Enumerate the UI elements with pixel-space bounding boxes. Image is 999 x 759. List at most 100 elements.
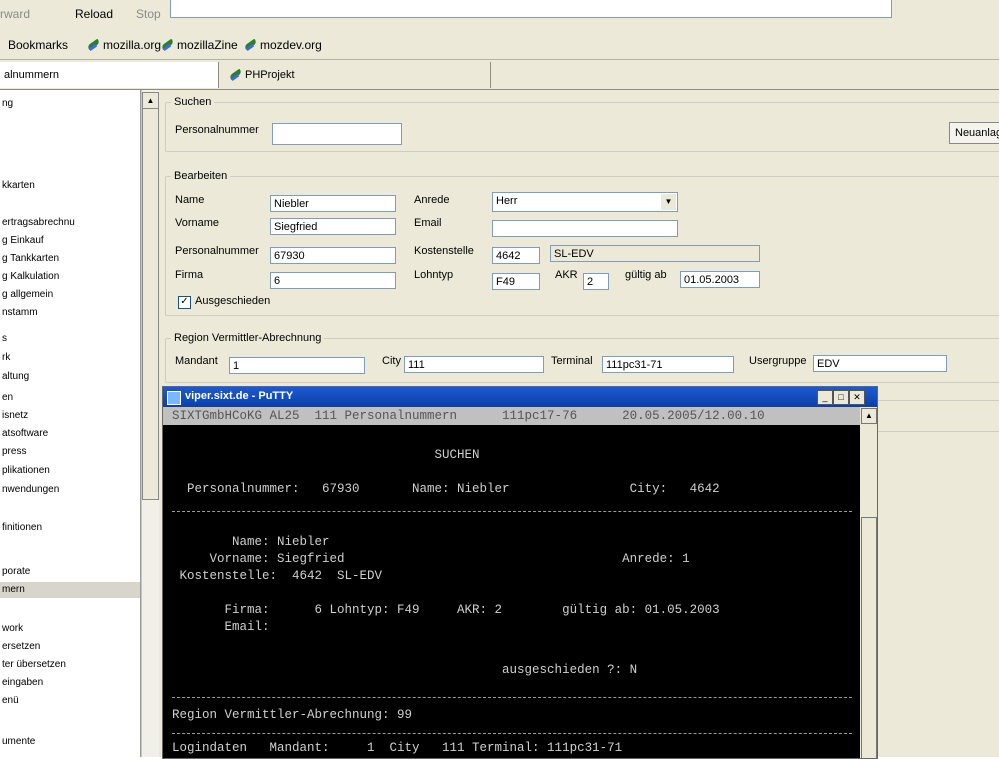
tab-phprojekt[interactable]: PHProjekt [216,62,491,88]
tab-personalnummern[interactable]: alnummern [0,62,219,88]
sidebar-item[interactable]: en [2,392,13,403]
akr-input[interactable]: 2 [583,273,609,290]
putty-titlebar[interactable]: viper.sixt.de - PuTTY _ □ ✕ [163,387,877,407]
city-input[interactable]: 111 [404,356,544,373]
bookmarks-toolbar: Bookmarks mozilla.org mozillaZine mozdev… [0,32,999,60]
reload-button[interactable]: Reload [75,7,113,21]
bookmarks-menu[interactable]: Bookmarks [8,38,68,52]
sidebar-item[interactable]: kkarten [2,180,35,191]
terminal-line: Email: [172,620,270,634]
sidebar-item[interactable]: rk [2,352,10,363]
terminal-separator [172,733,852,734]
akr-label: AKR [555,269,578,281]
ausgeschieden-checkbox[interactable]: ✓ [178,296,191,309]
city-label: City [382,355,401,367]
personalnummer-input[interactable]: 67930 [270,247,396,264]
maximize-icon[interactable]: □ [833,390,849,405]
bookmark-icon [160,40,175,51]
sidebar-menu: ng kkarten ertragsabrechnu g Einkauf g Tankk… [0,90,141,757]
usergruppe-input[interactable]: EDV [813,355,947,372]
sidebar-item[interactable]: plikationen [2,465,50,476]
sidebar-item[interactable]: umente [2,736,35,747]
bookmark-mozillazine[interactable]: mozillaZine [160,38,238,52]
putty-window[interactable]: viper.sixt.de - PuTTY _ □ ✕ SIXTGmbHCoKG… [162,386,878,759]
sidebar-item[interactable]: g Einkauf [2,235,44,246]
sidebar-item[interactable]: press [2,446,26,457]
putty-app-icon [167,391,181,405]
anrede-select[interactable]: Herr ▼ [492,192,678,212]
minimize-icon[interactable]: _ [817,390,833,405]
sidebar-item[interactable]: g allgemein [2,289,53,300]
sidebar-item[interactable]: s [2,333,7,344]
hidden-group-edge [875,400,999,432]
mandant-label: Mandant [175,355,218,367]
bookmark-mozilla-org[interactable]: mozilla.org [86,38,161,52]
vorname-input[interactable]: Siegfried [270,218,396,235]
terminal-input[interactable]: 111pc31-71 [602,356,734,373]
lohntyp-label: Lohntyp [414,269,454,281]
bookmark-icon [86,40,101,51]
terminal-scrollbar[interactable]: ▲ [860,407,877,758]
bearbeiten-legend: Bearbeiten [174,170,228,182]
gueltig-ab-input[interactable]: 01.05.2003 [680,271,760,288]
sidebar-item[interactable]: isnetz [2,410,28,421]
kostenstelle-name-field: SL-EDV [550,245,760,262]
firma-input[interactable]: 6 [270,272,396,289]
name-label: Name [175,194,205,206]
suchen-personalnummer-input[interactable] [272,123,402,145]
lohntyp-input[interactable]: F49 [492,273,540,290]
sidebar-item[interactable]: work [2,623,23,634]
sidebar-item[interactable]: atsoftware [2,428,48,439]
terminal-screen[interactable]: SIXTGmbHCoKG AL25 111 Personalnummern 11… [163,407,860,758]
terminal-scrollbar-thumb[interactable] [861,517,877,758]
terminal-header-line: SIXTGmbHCoKG AL25 111 Personalnummern 11… [163,407,860,425]
scroll-up-arrow-icon[interactable]: ▲ [142,92,159,109]
scroll-up-arrow-icon[interactable]: ▲ [861,408,877,424]
terminal-line: ausgeschieden ?: N [172,663,638,677]
sidebar-item[interactable]: porate [2,566,30,577]
close-icon[interactable]: ✕ [849,390,865,405]
terminal-line: Firma: 6 Lohntyp: F49 AKR: 2 gültig ab: … [172,603,720,617]
sidebar-item[interactable]: finitionen [2,522,42,533]
suchen-personalnummer-label: Personalnummer [175,124,259,136]
usergruppe-label: Usergruppe [749,355,807,367]
sidebar-scrollbar-thumb[interactable] [142,108,159,500]
terminal-line: Name: Niebler [172,535,330,549]
chevron-down-icon[interactable]: ▼ [661,194,676,210]
putty-title: viper.sixt.de - PuTTY [185,390,294,402]
sidebar-item[interactable]: ertragsabrechnu [2,217,75,228]
sidebar-item[interactable]: mern [2,584,25,595]
sidebar-item[interactable]: nstamm [2,307,38,318]
terminal-separator [172,697,852,698]
sidebar-item[interactable]: altung [2,371,29,382]
terminal-line: Logindaten Mandant: 1 City 111 Terminal:… [172,741,623,755]
sidebar-item[interactable]: g Tankkarten [2,253,59,264]
forward-button[interactable]: rward [0,7,30,21]
terminal-separator [172,511,852,512]
bookmark-mozdev-org[interactable]: mozdev.org [243,38,322,52]
terminal-line: Region Vermittler-Abrechnung: 99 [172,708,413,722]
ausgeschieden-label: Ausgeschieden [195,295,271,307]
anrede-label: Anrede [414,194,450,206]
personalnummer-label: Personalnummer [175,245,259,257]
url-bar[interactable] [170,0,892,18]
mandant-input[interactable]: 1 [229,357,365,374]
name-input[interactable]: Niebler [270,195,396,212]
sidebar-item[interactable]: ter übersetzen [2,659,66,670]
sidebar-item[interactable]: nwendungen [2,484,59,495]
navigation-toolbar: rward Reload Stop [0,0,999,33]
vorname-label: Vorname [175,217,220,229]
sidebar-item[interactable]: ng [2,98,13,109]
terminal-label: Terminal [551,355,593,367]
sidebar-item[interactable]: eingaben [2,677,43,688]
sidebar-item[interactable]: enü [2,695,19,706]
stop-button[interactable]: Stop [136,7,161,21]
tab-favicon-icon [228,70,243,81]
email-input[interactable] [492,220,678,237]
sidebar-item[interactable]: g Kalkulation [2,271,59,282]
sidebar-item[interactable]: ersetzen [2,641,40,652]
neuanlage-button[interactable]: Neuanlag [949,122,999,144]
kostenstelle-input[interactable]: 4642 [492,247,540,264]
kostenstelle-label: Kostenstelle [414,245,474,257]
anrede-selected-value: Herr [496,195,518,207]
